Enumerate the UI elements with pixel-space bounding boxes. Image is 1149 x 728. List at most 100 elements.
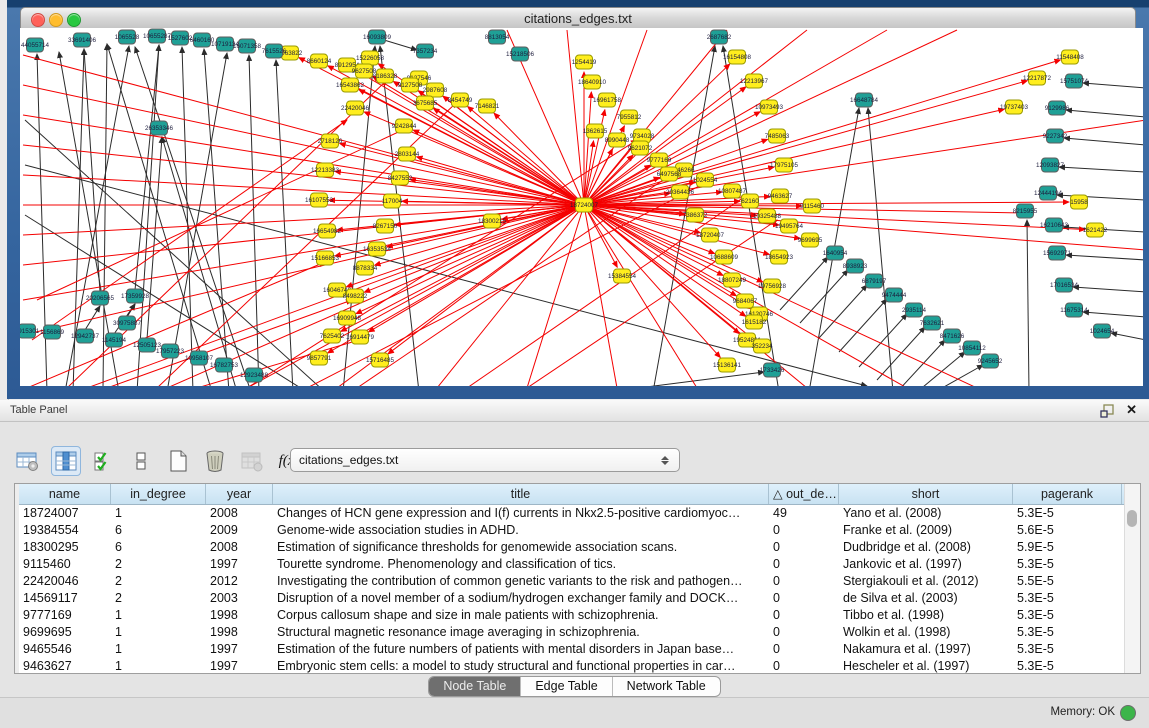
network-node[interactable]: 7485063 bbox=[765, 129, 790, 143]
table-cell[interactable]: 1998 bbox=[206, 624, 273, 641]
network-edge[interactable] bbox=[584, 205, 739, 334]
network-node[interactable]: 10854112 bbox=[958, 341, 986, 355]
table-cell[interactable]: Estimation of the future numbers of pati… bbox=[273, 641, 769, 658]
network-node[interactable]: 1640954 bbox=[823, 246, 848, 260]
table-cell[interactable]: Hescheler et al. (1997) bbox=[839, 658, 1013, 674]
network-node[interactable]: 62160 bbox=[741, 194, 759, 208]
network-edge[interactable] bbox=[276, 60, 293, 386]
network-node[interactable]: 7386372 bbox=[683, 208, 708, 222]
table-cell[interactable]: 0 bbox=[769, 590, 839, 607]
table-scrollbar[interactable] bbox=[1124, 484, 1140, 673]
network-node[interactable]: 9474444 bbox=[882, 288, 907, 302]
table-cell[interactable]: 5.5E-5 bbox=[1013, 573, 1122, 590]
network-edge[interactable] bbox=[433, 108, 584, 205]
table-cell[interactable]: 22420046 bbox=[19, 573, 111, 590]
memory-ok-icon[interactable] bbox=[1120, 705, 1136, 721]
table-cell[interactable]: 2008 bbox=[206, 505, 273, 522]
network-edge[interactable] bbox=[584, 205, 1085, 230]
network-node[interactable]: 9129986 bbox=[1045, 101, 1070, 115]
network-edge[interactable] bbox=[1073, 287, 1143, 292]
network-edge[interactable] bbox=[607, 372, 764, 386]
table-cell[interactable]: Dudbridge et al. (2008) bbox=[839, 539, 1013, 556]
table-cell[interactable]: Corpus callosum shape and size in male p… bbox=[273, 607, 769, 624]
table-cell[interactable]: 5.3E-5 bbox=[1013, 658, 1122, 674]
network-node[interactable]: 8990448 bbox=[605, 133, 630, 147]
table-cell[interactable]: Estimation of significance thresholds fo… bbox=[273, 539, 769, 556]
table-cell[interactable]: 18724007 bbox=[19, 505, 111, 522]
table-cell[interactable]: Investigating the contribution of common… bbox=[273, 573, 769, 590]
column-header-pagerank[interactable]: pagerank bbox=[1013, 484, 1122, 504]
table-cell[interactable]: 0 bbox=[769, 658, 839, 674]
table-cell[interactable]: Wolkin et al. (1998) bbox=[839, 624, 1013, 641]
tab-edge-table[interactable]: Edge Table bbox=[521, 677, 612, 696]
table-cell[interactable]: 5.6E-5 bbox=[1013, 522, 1122, 539]
network-node[interactable]: 16961758 bbox=[593, 93, 622, 107]
table-cell[interactable]: Stergiakouli et al. (2012) bbox=[839, 573, 1013, 590]
network-node[interactable]: 9463627 bbox=[768, 189, 793, 203]
network-node[interactable]: 20206565 bbox=[86, 291, 115, 305]
network-node[interactable]: 18654923 bbox=[765, 250, 794, 264]
network-node[interactable]: 11548408 bbox=[1056, 50, 1084, 64]
network-node[interactable]: 26353346 bbox=[145, 121, 174, 135]
network-node[interactable]: 17975105 bbox=[770, 158, 799, 172]
clear-selection-icon[interactable] bbox=[127, 447, 155, 475]
table-cell[interactable]: 1997 bbox=[206, 641, 273, 658]
table-cell[interactable]: 2003 bbox=[206, 590, 273, 607]
table-cell[interactable]: 14569117 bbox=[19, 590, 111, 607]
network-edge[interactable] bbox=[935, 365, 983, 386]
network-edge[interactable] bbox=[84, 49, 100, 292]
network-node[interactable]: 16353534 bbox=[363, 242, 392, 256]
column-header-name[interactable]: name bbox=[19, 484, 111, 504]
table-cell[interactable]: 1997 bbox=[206, 658, 273, 674]
table-row[interactable]: 946362711997Embryonic stem cells: a mode… bbox=[19, 658, 1125, 674]
network-node[interactable]: 7955812 bbox=[617, 110, 642, 124]
network-node[interactable]: 7357234 bbox=[413, 44, 438, 58]
network-edge[interactable] bbox=[1059, 167, 1143, 172]
network-node[interactable]: 8267150 bbox=[373, 219, 398, 233]
network-edge[interactable] bbox=[32, 120, 347, 340]
table-cell[interactable]: 9777169 bbox=[19, 607, 111, 624]
table-cell[interactable]: 5.3E-5 bbox=[1013, 590, 1122, 607]
network-edge[interactable] bbox=[23, 175, 584, 205]
table-cell[interactable]: 0 bbox=[769, 556, 839, 573]
window-title-bar[interactable]: citations_edges.txt bbox=[20, 7, 1136, 30]
network-edge[interactable] bbox=[584, 205, 763, 282]
network-edge[interactable] bbox=[1111, 333, 1143, 340]
scrollbar-thumb[interactable] bbox=[1127, 510, 1137, 527]
table-cell[interactable]: 5.3E-5 bbox=[1013, 505, 1122, 522]
network-node[interactable]: 1156869 bbox=[40, 325, 65, 339]
network-node[interactable]: 8215955 bbox=[1013, 204, 1038, 218]
network-edge[interactable] bbox=[897, 340, 945, 386]
table-cell[interactable]: Nakamura et al. (1997) bbox=[839, 641, 1013, 658]
network-node[interactable]: 12093827 bbox=[1036, 158, 1065, 172]
table-cell[interactable]: Structural magnetic resonance image aver… bbox=[273, 624, 769, 641]
table-cell[interactable]: 0 bbox=[769, 607, 839, 624]
network-node[interactable]: 9777169 bbox=[647, 153, 672, 167]
float-panel-icon[interactable] bbox=[1099, 403, 1115, 419]
table-cell[interactable]: Yano et al. (2008) bbox=[839, 505, 1013, 522]
table-row[interactable]: 1872400712008Changes of HCN gene express… bbox=[19, 505, 1125, 522]
network-node[interactable]: 15751074 bbox=[1060, 74, 1089, 88]
table-cell[interactable]: Tourette syndrome. Phenomenology and cla… bbox=[273, 556, 769, 573]
table-cell[interactable]: 0 bbox=[769, 573, 839, 590]
network-node[interactable]: 8454749 bbox=[448, 93, 473, 107]
network-edge[interactable] bbox=[359, 90, 584, 205]
column-settings-icon[interactable] bbox=[14, 447, 42, 475]
table-cell[interactable]: Changes of HCN gene expression and I(f) … bbox=[273, 505, 769, 522]
network-node[interactable]: 8498222 bbox=[343, 289, 368, 303]
network-edge[interactable] bbox=[917, 352, 965, 386]
table-cell[interactable]: 5.3E-5 bbox=[1013, 556, 1122, 573]
network-node[interactable]: 2687682 bbox=[707, 30, 732, 44]
network-node[interactable]: 18640910 bbox=[578, 75, 607, 89]
network-node[interactable]: 16782753 bbox=[210, 358, 239, 372]
network-node[interactable]: 9684067 bbox=[733, 294, 758, 308]
table-cell[interactable]: 6 bbox=[111, 539, 206, 556]
table-cell[interactable]: 9699695 bbox=[19, 624, 111, 641]
network-node[interactable]: 16154808 bbox=[723, 50, 752, 64]
network-node[interactable]: 3915301 bbox=[20, 324, 40, 338]
network-node[interactable]: 1254419 bbox=[572, 55, 597, 69]
table-cell[interactable]: 5.3E-5 bbox=[1013, 624, 1122, 641]
table-cell[interactable]: 5.9E-5 bbox=[1013, 539, 1122, 556]
column-header-title[interactable]: title bbox=[273, 484, 769, 504]
network-node[interactable]: 16210643 bbox=[1040, 218, 1069, 232]
